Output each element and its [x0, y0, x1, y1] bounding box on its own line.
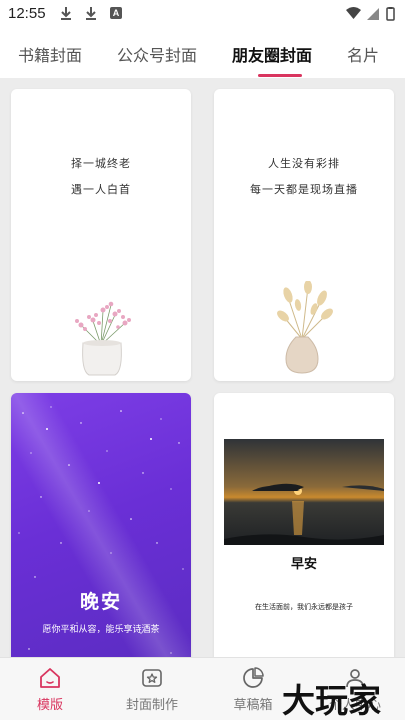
card-text-line: 人生没有彩排	[268, 157, 340, 170]
nav-label: 草稿箱	[233, 698, 273, 713]
signal-icon	[367, 8, 379, 20]
sunrise-photo	[224, 439, 384, 545]
card-text-line: 择一城终老	[71, 157, 131, 170]
draft-icon	[243, 667, 264, 688]
system-status-icons	[346, 7, 395, 21]
tab-book-cover[interactable]: 书籍封面	[18, 42, 82, 66]
download-icon	[61, 7, 71, 20]
watermark-logo: 大玩家	[282, 672, 402, 720]
tab-moments-cover[interactable]: 朋友圈封面	[232, 42, 312, 66]
card-subtitle: 愿你平和从容，能乐享诗酒茶	[42, 625, 160, 635]
cover-make-icon	[142, 669, 162, 687]
nav-cover-make[interactable]: 封面制作	[117, 666, 187, 713]
battery-icon	[386, 7, 395, 21]
nav-label: 模版	[36, 698, 63, 713]
card-title: 早安	[290, 557, 317, 572]
dried-flower-vase-illustration	[277, 281, 333, 374]
template-card[interactable]: 早安 在生活面前，我们永远都是孩子	[214, 393, 394, 673]
status-time: 12:55	[8, 5, 46, 22]
tab-wechat-cover[interactable]: 公众号封面	[117, 42, 197, 66]
tab-business-card[interactable]: 名片	[347, 42, 379, 66]
nav-templates[interactable]: 模版	[15, 666, 85, 713]
home-icon	[40, 668, 60, 688]
nav-drafts[interactable]: 草稿箱	[218, 666, 288, 713]
template-card[interactable]: 人生没有彩排 每一天都是现场直播	[214, 89, 394, 381]
template-card[interactable]: 晚安 愿你平和从容，能乐享诗酒茶	[11, 393, 191, 673]
status-bar: 12:55 A	[0, 0, 405, 28]
app-notification-icon: A	[110, 7, 122, 19]
card-text-line: 每一天都是现场直播	[250, 183, 358, 196]
template-card[interactable]: 择一城终老 遇一人白首	[11, 89, 191, 381]
flower-vase-illustration	[75, 301, 131, 376]
category-tabs: 书籍封面 公众号封面 朋友圈封面 名片	[0, 28, 405, 78]
card-subtitle: 在生活面前，我们永远都是孩子	[255, 603, 353, 611]
active-tab-indicator	[258, 74, 302, 77]
card-title: 晚安	[79, 591, 122, 613]
download-icon	[86, 7, 96, 20]
nav-label: 封面制作	[125, 698, 178, 713]
watermark-text: 大玩家	[282, 681, 381, 720]
card-text-line: 遇一人白首	[71, 183, 131, 196]
wifi-icon	[346, 7, 361, 19]
